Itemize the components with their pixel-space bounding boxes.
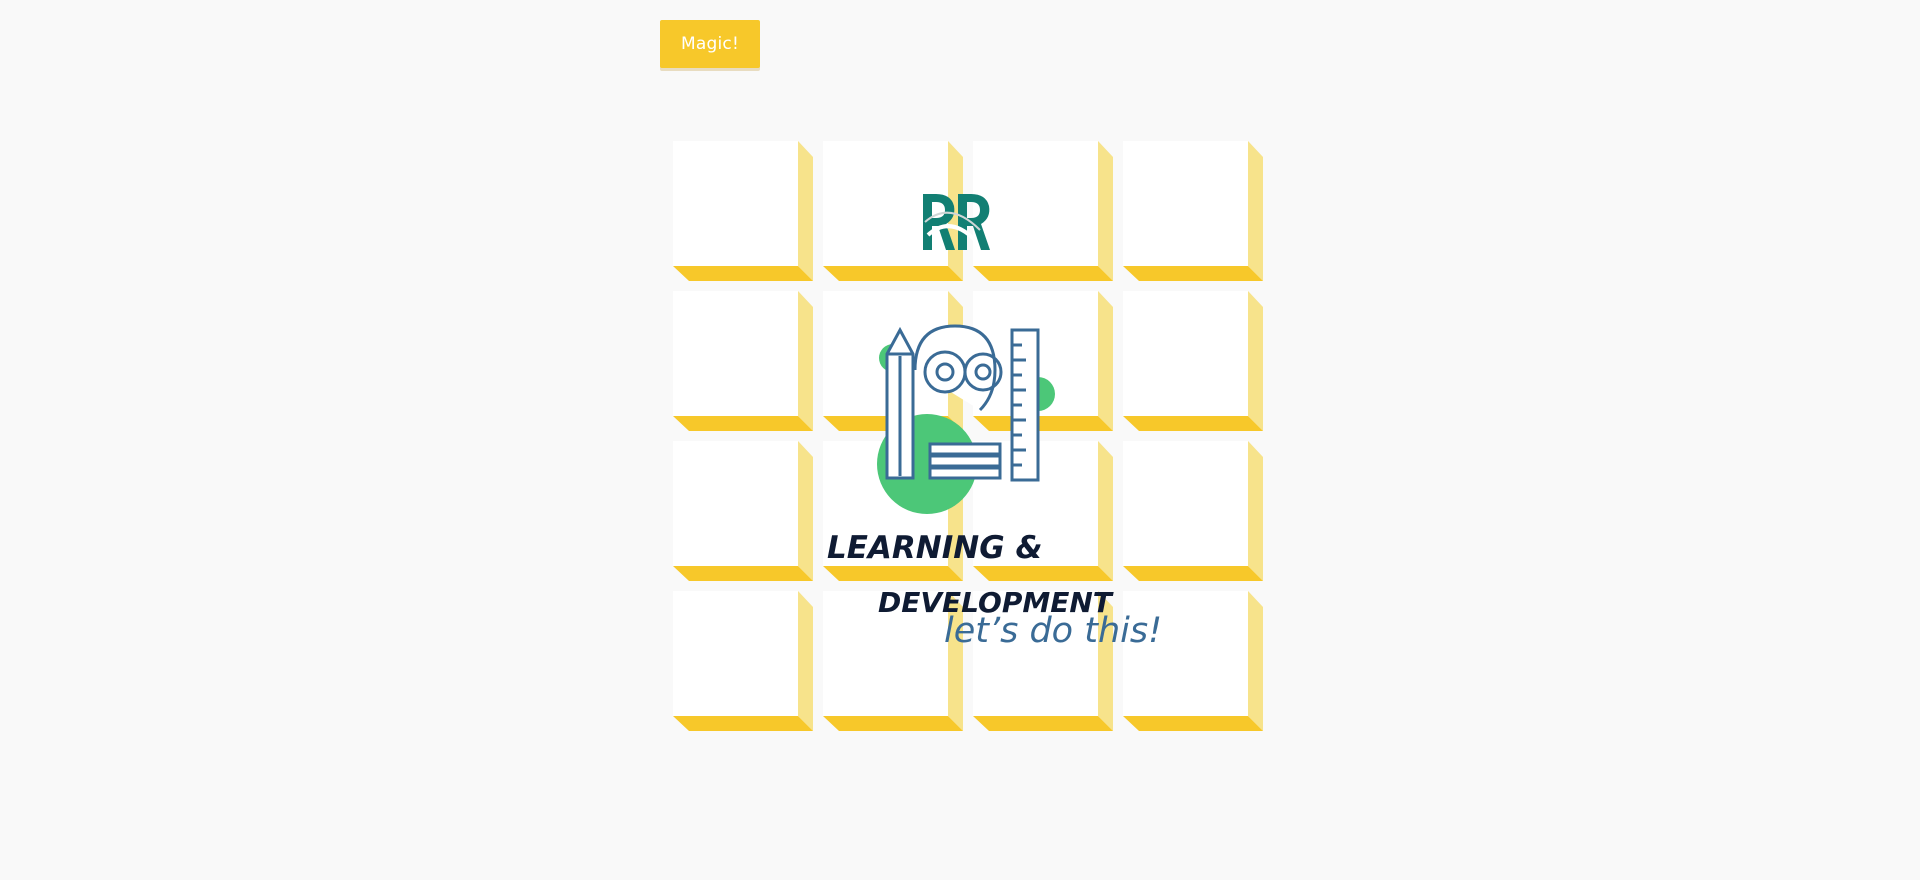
puzzle-board: LEARNING & DEVELOPMENT let’s do this! xyxy=(0,0,1920,880)
puzzle-tile[interactable] xyxy=(973,291,1113,431)
puzzle-tile[interactable] xyxy=(1123,441,1263,581)
puzzle-tile[interactable] xyxy=(973,441,1113,581)
puzzle-tile[interactable] xyxy=(823,441,963,581)
tile-shape xyxy=(823,441,963,581)
tile-shape xyxy=(823,591,963,731)
tile-shape xyxy=(1123,591,1263,731)
puzzle-tile[interactable] xyxy=(973,141,1113,281)
tile-shape xyxy=(673,441,813,581)
puzzle-artwork: LEARNING & DEVELOPMENT let’s do this! xyxy=(827,194,1162,651)
tile-shape xyxy=(1123,141,1263,281)
puzzle-tile[interactable] xyxy=(823,291,963,431)
puzzle-tile[interactable] xyxy=(673,441,813,581)
puzzle-tile[interactable] xyxy=(673,141,813,281)
tile-shape xyxy=(823,291,963,431)
tile-shape xyxy=(973,291,1113,431)
tile-shape xyxy=(673,141,813,281)
tile-shape xyxy=(823,141,963,281)
tile-shape xyxy=(1123,441,1263,581)
tile-shape xyxy=(973,441,1113,581)
tile-shape xyxy=(973,591,1113,731)
puzzle-tile[interactable] xyxy=(1123,141,1263,281)
puzzle-tile[interactable] xyxy=(823,141,963,281)
tile-shape xyxy=(1123,291,1263,431)
puzzle-tile[interactable] xyxy=(1123,291,1263,431)
puzzle-tile[interactable] xyxy=(673,291,813,431)
puzzle-tile[interactable] xyxy=(673,591,813,731)
puzzle-tile[interactable] xyxy=(973,591,1113,731)
puzzle-tile[interactable] xyxy=(1123,591,1263,731)
tile-shape xyxy=(973,141,1113,281)
tile-shape xyxy=(673,291,813,431)
tile-shape xyxy=(673,591,813,731)
puzzle-tile[interactable] xyxy=(823,591,963,731)
